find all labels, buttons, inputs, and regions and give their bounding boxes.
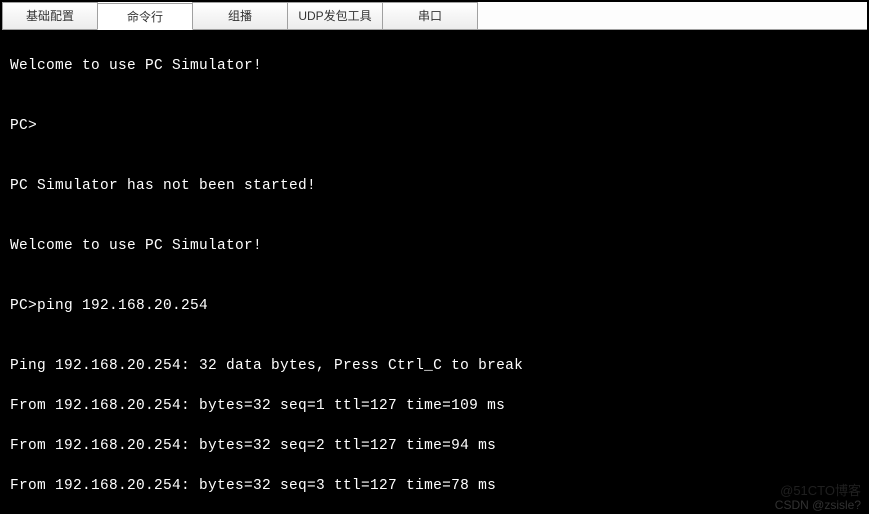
tab-multicast[interactable]: 组播 (192, 2, 288, 29)
tab-udp-tool[interactable]: UDP发包工具 (287, 2, 383, 29)
tab-bar: 基础配置 命令行 组播 UDP发包工具 串口 (2, 2, 867, 30)
terminal-line: PC>ping 192.168.20.254 (10, 296, 859, 316)
terminal-line: PC Simulator has not been started! (10, 176, 859, 196)
tab-basic-config[interactable]: 基础配置 (2, 2, 98, 29)
terminal-line: Welcome to use PC Simulator! (10, 236, 859, 256)
terminal-line: Welcome to use PC Simulator! (10, 56, 859, 76)
tab-serial[interactable]: 串口 (382, 2, 478, 29)
tab-command-line[interactable]: 命令行 (97, 3, 193, 30)
terminal-line: From 192.168.20.254: bytes=32 seq=3 ttl=… (10, 476, 859, 496)
terminal-line: Ping 192.168.20.254: 32 data bytes, Pres… (10, 356, 859, 376)
terminal-output[interactable]: Welcome to use PC Simulator! PC> PC Simu… (2, 30, 867, 512)
terminal-line: From 192.168.20.254: bytes=32 seq=1 ttl=… (10, 396, 859, 416)
terminal-line: PC> (10, 116, 859, 136)
terminal-line: From 192.168.20.254: bytes=32 seq=2 ttl=… (10, 436, 859, 456)
